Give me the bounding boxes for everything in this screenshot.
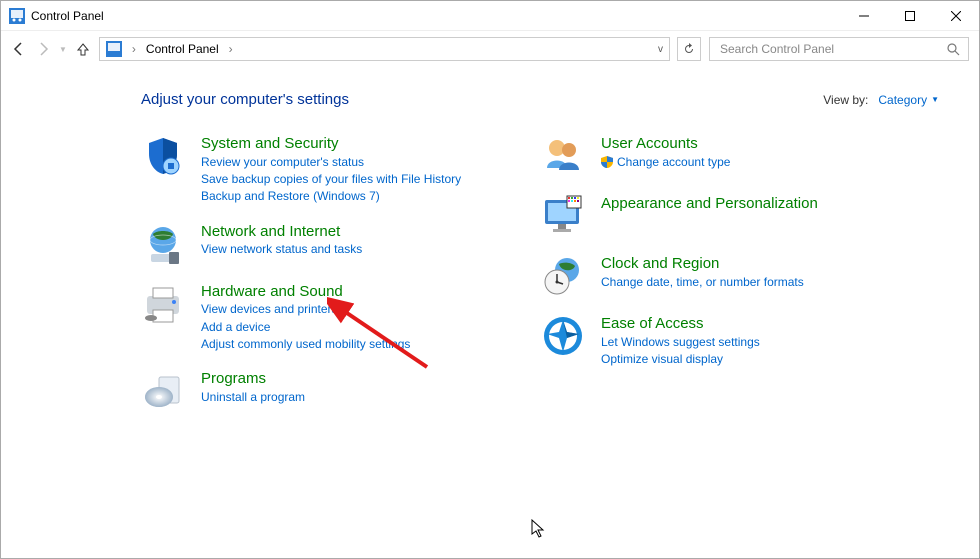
category-link[interactable]: Adjust commonly used mobility settings (201, 336, 410, 353)
shield-icon (141, 134, 185, 178)
category-title[interactable]: Network and Internet (201, 223, 340, 240)
category-link[interactable]: Backup and Restore (Windows 7) (201, 188, 461, 205)
viewby-dropdown[interactable]: Category ▼ (878, 93, 939, 107)
users-icon (541, 134, 585, 178)
recent-dropdown[interactable]: ▼ (59, 45, 67, 54)
refresh-button[interactable] (677, 37, 701, 61)
category-link[interactable]: View network status and tasks (201, 241, 362, 258)
header-row: Adjust your computer's settings View by:… (141, 91, 939, 108)
breadcrumb-sep-end[interactable]: › (229, 42, 233, 56)
up-button[interactable] (75, 41, 91, 57)
category-appearance: Appearance and Personalization (541, 194, 881, 238)
content: Adjust your computer's settings View by:… (1, 67, 979, 429)
maximize-button[interactable] (887, 1, 933, 31)
clock-globe-icon (541, 254, 585, 298)
breadcrumb-item[interactable]: Control Panel (146, 42, 219, 56)
searchbar[interactable] (709, 37, 969, 61)
category-link-text: Change account type (617, 155, 730, 169)
nav-arrows: ▼ (11, 41, 91, 57)
address-icon (106, 41, 122, 57)
category-title[interactable]: User Accounts (601, 135, 698, 152)
category-programs: Programs Uninstall a program (141, 369, 481, 413)
category-link[interactable]: Optimize visual display (601, 351, 760, 368)
titlebar: Control Panel (1, 1, 979, 31)
category-network: Network and Internet View network status… (141, 222, 481, 266)
viewby: View by: Category ▼ (823, 93, 939, 107)
category-link[interactable]: Let Windows suggest settings (601, 334, 760, 351)
category-link[interactable]: Review your computer's status (201, 154, 461, 171)
category-columns: System and Security Review your computer… (141, 134, 939, 429)
mouse-cursor (531, 519, 547, 539)
breadcrumb-sep: › (132, 42, 136, 56)
close-button[interactable] (933, 1, 979, 31)
category-link[interactable]: Save backup copies of your files with Fi… (201, 171, 461, 188)
monitor-icon (541, 194, 585, 238)
forward-button[interactable] (35, 41, 51, 57)
category-user-accounts: User Accounts Change account type (541, 134, 881, 178)
viewby-label: View by: (823, 93, 868, 107)
navbar: ▼ › Control Panel › v (1, 31, 979, 67)
category-title[interactable]: Appearance and Personalization (601, 195, 818, 212)
back-button[interactable] (11, 41, 27, 57)
right-column: User Accounts Change account type (541, 134, 881, 429)
printer-icon (141, 282, 185, 326)
addressbar[interactable]: › Control Panel › v (99, 37, 670, 61)
window-title: Control Panel (31, 9, 104, 23)
category-ease-of-access: Ease of Access Let Windows suggest setti… (541, 314, 881, 368)
search-icon[interactable] (947, 43, 960, 56)
chevron-down-icon: ▼ (931, 95, 939, 104)
search-input[interactable] (718, 41, 943, 57)
category-title[interactable]: Hardware and Sound (201, 283, 343, 300)
category-link[interactable]: View devices and printers (201, 301, 410, 318)
disc-icon (141, 369, 185, 413)
category-hardware: Hardware and Sound View devices and prin… (141, 282, 481, 354)
ease-of-access-icon (541, 314, 585, 358)
uac-shield-icon (601, 156, 613, 168)
control-panel-icon (9, 8, 25, 24)
category-link[interactable]: Uninstall a program (201, 389, 305, 406)
page-heading: Adjust your computer's settings (141, 91, 349, 108)
globe-icon (141, 222, 185, 266)
window-controls (841, 1, 979, 31)
minimize-button[interactable] (841, 1, 887, 31)
category-clock-region: Clock and Region Change date, time, or n… (541, 254, 881, 298)
category-link[interactable]: Change date, time, or number formats (601, 274, 804, 291)
category-link[interactable]: Add a device (201, 319, 410, 336)
category-link[interactable]: Change account type (601, 154, 730, 171)
left-column: System and Security Review your computer… (141, 134, 481, 429)
category-title[interactable]: Programs (201, 370, 266, 387)
category-title[interactable]: Ease of Access (601, 315, 704, 332)
category-system-security: System and Security Review your computer… (141, 134, 481, 206)
category-title[interactable]: Clock and Region (601, 255, 719, 272)
category-title[interactable]: System and Security (201, 135, 339, 152)
viewby-value: Category (878, 93, 927, 107)
address-dropdown-icon[interactable]: v (658, 44, 663, 55)
